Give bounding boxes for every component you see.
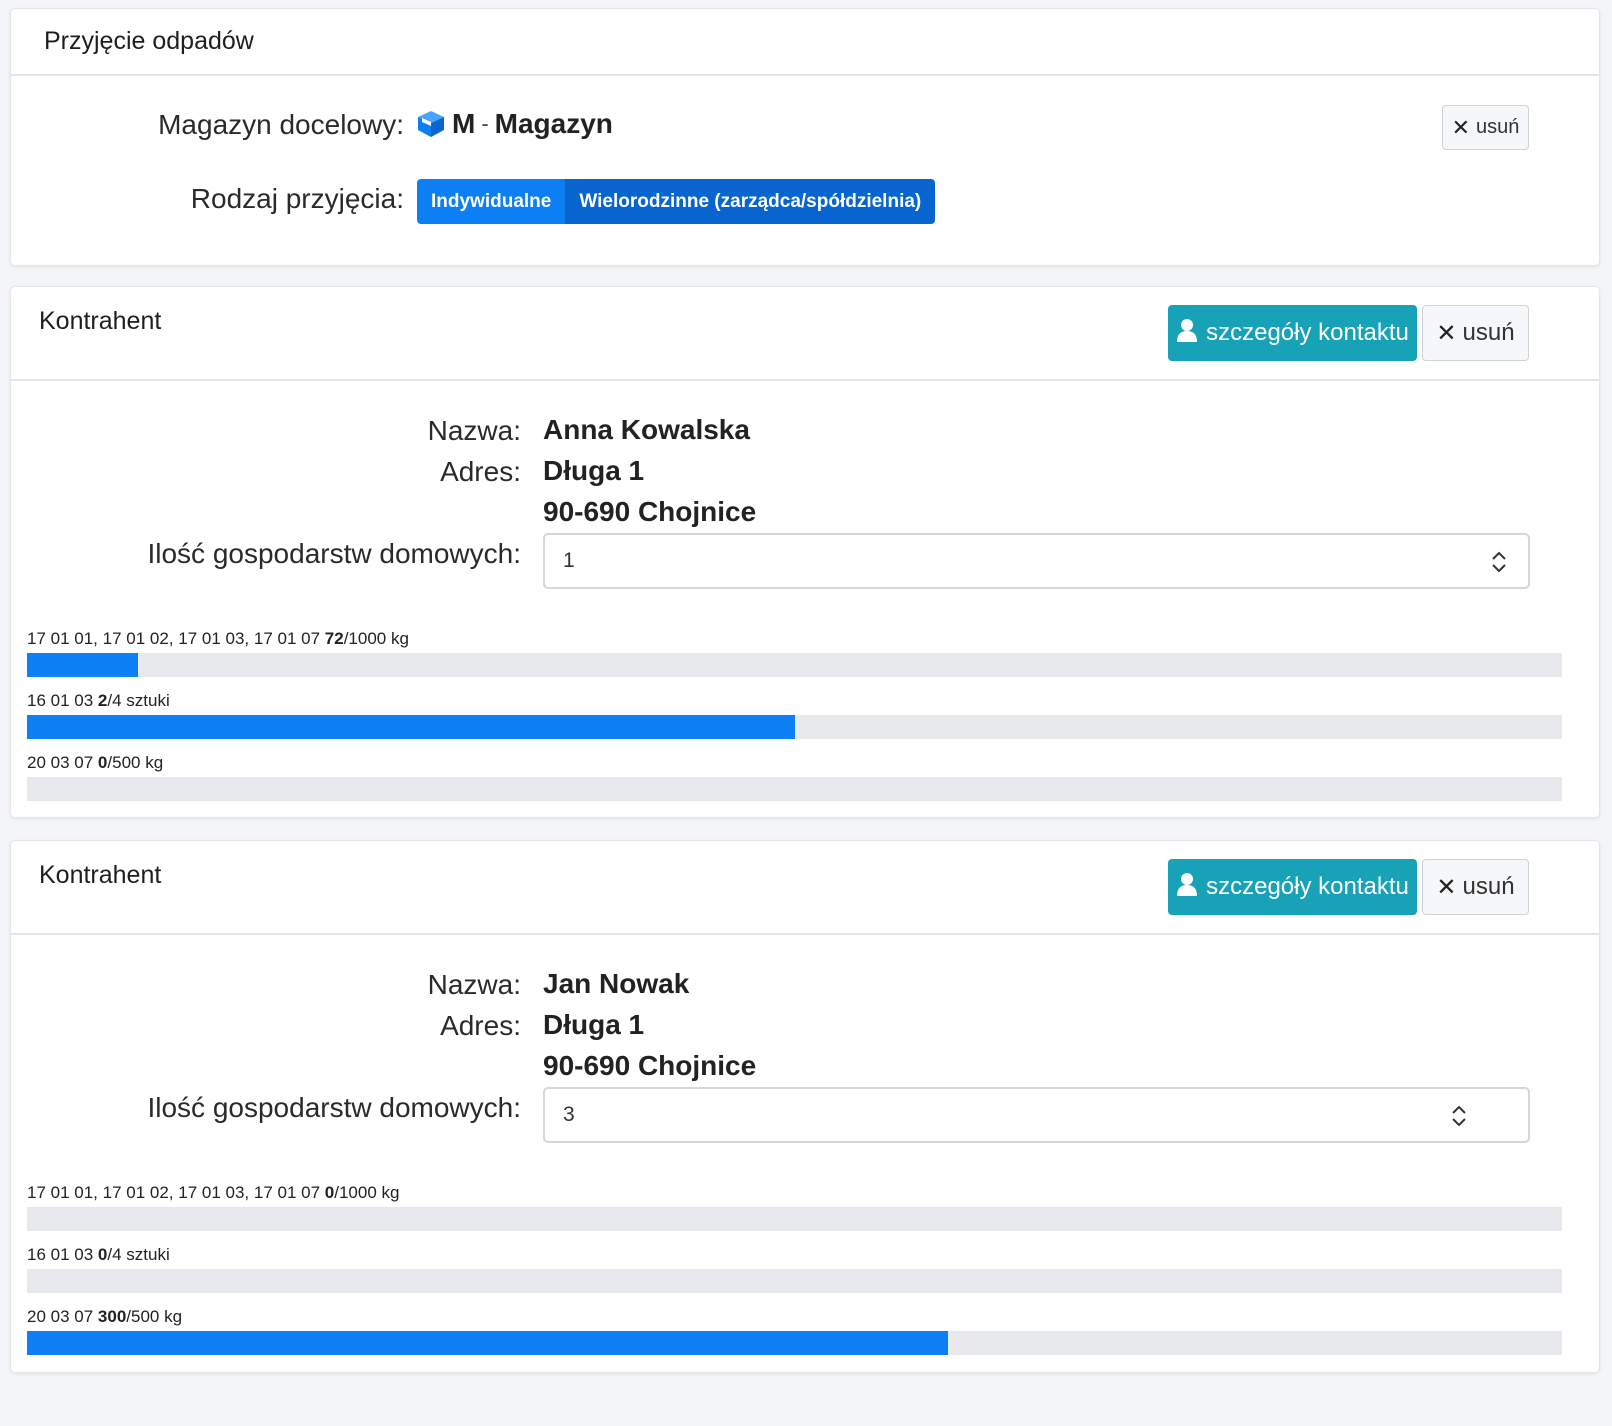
contact-details-label: szczegóły kontaktu bbox=[1206, 319, 1409, 346]
contractor-title: Kontrahent bbox=[39, 307, 162, 335]
warehouse-label: Magazyn docelowy: bbox=[158, 109, 404, 140]
spinner-icon[interactable] bbox=[1489, 547, 1509, 577]
limit-progress-bar bbox=[27, 777, 1562, 801]
limit-progress-bar bbox=[27, 1331, 1562, 1355]
contractor-title: Kontrahent bbox=[39, 861, 162, 889]
limit-progress-bar bbox=[27, 653, 1562, 677]
contact-details-label: szczegóły kontaktu bbox=[1206, 873, 1409, 900]
households-label: Ilość gospodarstw domowych: bbox=[147, 1092, 521, 1123]
remove-contractor-label: usuń bbox=[1462, 873, 1515, 900]
limit-progress-bar bbox=[27, 715, 1562, 739]
limit-label: 16 01 03 2/4 sztuki bbox=[27, 691, 170, 710]
name-label: Nazwa: bbox=[427, 969, 521, 1000]
remove-contractor-label: usuń bbox=[1462, 319, 1515, 346]
contractor-name: Anna Kowalska bbox=[543, 414, 750, 445]
limit-progress-fill bbox=[27, 715, 795, 739]
receipt-type-label: Rodzaj przyjęcia: bbox=[190, 183, 404, 214]
warehouse-separator: - bbox=[481, 111, 489, 136]
receipt-title: Przyjęcie odpadów bbox=[44, 27, 254, 55]
contractor-card-1: Kontrahent szczegóły kontaktu ✕ usuń Naz… bbox=[10, 286, 1600, 818]
contact-details-button[interactable]: szczegóły kontaktu bbox=[1168, 305, 1417, 361]
receipt-type-option-multifamily[interactable]: Wielorodzinne (zarządca/spółdzielnia) bbox=[565, 179, 936, 224]
close-icon: ✕ bbox=[1451, 114, 1471, 140]
warehouse-name: Magazyn bbox=[494, 108, 613, 139]
warehouse-code: M bbox=[452, 108, 476, 139]
households-input[interactable]: 3 bbox=[543, 1087, 1530, 1143]
address-line-1: Długa 1 bbox=[543, 455, 645, 486]
box-icon bbox=[416, 109, 446, 139]
address-line-1: Długa 1 bbox=[543, 1009, 645, 1040]
limit-label: 17 01 01, 17 01 02, 17 01 03, 17 01 07 7… bbox=[27, 629, 409, 648]
limit-label: 20 03 07 300/500 kg bbox=[27, 1307, 183, 1326]
user-icon bbox=[1176, 318, 1198, 349]
contact-details-button[interactable]: szczegóły kontaktu bbox=[1168, 859, 1417, 915]
close-icon: ✕ bbox=[1436, 319, 1457, 347]
remove-contractor-button[interactable]: ✕ usuń bbox=[1422, 305, 1529, 361]
limit-progress-bar bbox=[27, 1207, 1562, 1231]
limit-progress-fill bbox=[27, 653, 138, 677]
receipt-type-option-individual[interactable]: Indywidualne bbox=[417, 179, 566, 224]
contractor-card-1-header: Kontrahent szczegóły kontaktu ✕ usuń bbox=[11, 287, 1599, 381]
remove-warehouse-button[interactable]: ✕ usuń bbox=[1442, 105, 1529, 150]
receipt-type-toggle: Indywidualne Wielorodzinne (zarządca/spó… bbox=[417, 179, 936, 224]
remove-contractor-button[interactable]: ✕ usuń bbox=[1422, 859, 1529, 915]
address-label: Adres: bbox=[440, 456, 521, 487]
address-line-2: 90-690 Chojnice bbox=[543, 496, 757, 527]
name-label: Nazwa: bbox=[427, 415, 521, 446]
address-line-2: 90-690 Chojnice bbox=[543, 1050, 757, 1081]
contractor-card-2: Kontrahent szczegóły kontaktu ✕ usuń Naz… bbox=[10, 840, 1600, 1373]
households-value: 3 bbox=[563, 1103, 575, 1126]
remove-warehouse-label: usuń bbox=[1476, 116, 1520, 138]
limit-progress-fill bbox=[27, 1331, 948, 1355]
receipt-card-header: Przyjęcie odpadów bbox=[11, 9, 1599, 76]
close-icon: ✕ bbox=[1436, 873, 1457, 901]
warehouse-value: M - Magazyn bbox=[416, 108, 613, 140]
households-input[interactable]: 1 bbox=[543, 533, 1530, 589]
contractor-name: Jan Nowak bbox=[543, 968, 690, 999]
spinner-icon[interactable] bbox=[1449, 1101, 1469, 1131]
receipt-card: Przyjęcie odpadów Magazyn docelowy: M - … bbox=[10, 8, 1600, 266]
households-value: 1 bbox=[563, 549, 575, 572]
address-label: Adres: bbox=[440, 1010, 521, 1041]
user-icon bbox=[1176, 872, 1198, 903]
households-label: Ilość gospodarstw domowych: bbox=[147, 538, 521, 569]
limit-progress-bar bbox=[27, 1269, 1562, 1293]
contractor-card-2-header: Kontrahent szczegóły kontaktu ✕ usuń bbox=[11, 841, 1599, 935]
limit-label: 17 01 01, 17 01 02, 17 01 03, 17 01 07 0… bbox=[27, 1183, 400, 1202]
limit-label: 16 01 03 0/4 sztuki bbox=[27, 1245, 170, 1264]
limit-label: 20 03 07 0/500 kg bbox=[27, 753, 164, 772]
